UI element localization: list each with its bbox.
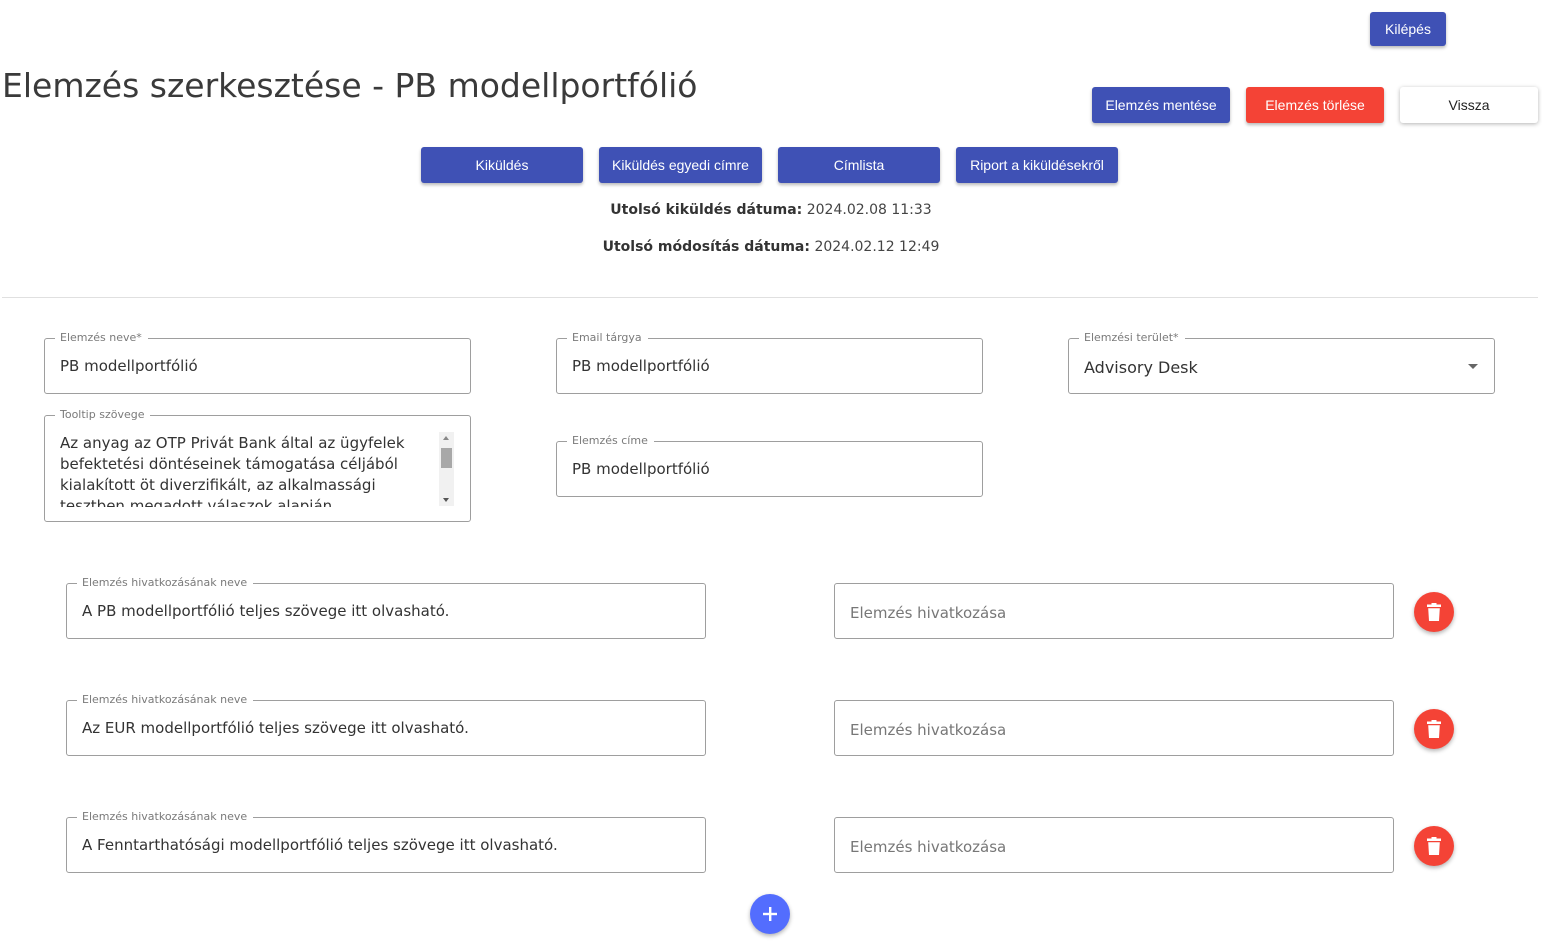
tooltip-textarea[interactable]: Tooltip szövege Az anyag az OTP Privát B… <box>44 408 471 522</box>
link-url-placeholder[interactable]: Elemzés hivatkozása <box>850 587 1006 638</box>
scroll-down-icon[interactable] <box>443 498 449 502</box>
scroll-up-icon[interactable] <box>443 436 449 440</box>
trash-icon <box>1427 837 1441 855</box>
delete-link-button[interactable] <box>1414 592 1454 632</box>
dropdown-arrow-icon[interactable] <box>1468 364 1478 369</box>
send-custom-address-button[interactable]: Kiküldés egyedi címre <box>599 147 762 183</box>
link-url-placeholder[interactable]: Elemzés hivatkozása <box>850 821 1006 872</box>
trash-icon <box>1427 720 1441 738</box>
link-url-field[interactable]: Elemzés hivatkozása <box>834 583 1394 639</box>
delete-link-button[interactable] <box>1414 709 1454 749</box>
analysis-title-value[interactable]: PB modellportfólió <box>572 442 710 496</box>
send-button[interactable]: Kiküldés <box>421 147 583 183</box>
page-title: Elemzés szerkesztése - PB modellportfóli… <box>2 66 698 105</box>
tooltip-scrollbar[interactable] <box>439 432 454 506</box>
link-name-field[interactable]: Elemzés hivatkozásának neve A Fenntartha… <box>66 810 706 873</box>
delete-analysis-button[interactable]: Elemzés törlése <box>1246 87 1384 123</box>
analysis-name-value[interactable]: PB modellportfólió <box>60 339 198 393</box>
last-modified-label: Utolsó módosítás dátuma: <box>602 239 810 255</box>
link-name-field[interactable]: Elemzés hivatkozásának neve A PB modellp… <box>66 576 706 639</box>
link-url-field[interactable]: Elemzés hivatkozása <box>834 700 1394 756</box>
email-subject-value[interactable]: PB modellportfólió <box>572 339 710 393</box>
analysis-area-select[interactable]: Elemzési terület* Advisory Desk <box>1068 331 1495 394</box>
scroll-thumb[interactable] <box>441 448 452 468</box>
delete-link-button[interactable] <box>1414 826 1454 866</box>
add-link-button[interactable] <box>750 894 790 934</box>
tooltip-label: Tooltip szövege <box>55 408 151 422</box>
analysis-title-field[interactable]: Elemzés címe PB modellportfólió <box>556 434 983 497</box>
logout-button[interactable]: Kilépés <box>1370 12 1446 46</box>
trash-icon <box>1427 603 1441 621</box>
link-url-placeholder[interactable]: Elemzés hivatkozása <box>850 704 1006 755</box>
email-subject-field[interactable]: Email tárgya PB modellportfólió <box>556 331 983 394</box>
save-analysis-button[interactable]: Elemzés mentése <box>1092 87 1230 123</box>
last-modified-value: 2024.02.12 12:49 <box>814 239 940 255</box>
divider <box>2 297 1538 298</box>
link-name-value[interactable]: A PB modellportfólió teljes szövege itt … <box>82 584 449 638</box>
last-modified-info: Utolsó módosítás dátuma: 2024.02.12 12:4… <box>0 239 1542 255</box>
link-name-value[interactable]: Az EUR modellportfólió teljes szövege it… <box>82 701 469 755</box>
address-list-button[interactable]: Címlista <box>778 147 940 183</box>
link-name-field[interactable]: Elemzés hivatkozásának neve Az EUR model… <box>66 693 706 756</box>
plus-icon <box>763 907 777 921</box>
back-button[interactable]: Vissza <box>1400 87 1538 123</box>
analysis-area-value: Advisory Desk <box>1084 358 1198 377</box>
last-send-value: 2024.02.08 11:33 <box>806 202 932 218</box>
analysis-name-field[interactable]: Elemzés neve* PB modellportfólió <box>44 331 471 394</box>
link-name-value[interactable]: A Fenntarthatósági modellportfólió telje… <box>82 818 558 872</box>
link-url-field[interactable]: Elemzés hivatkozása <box>834 817 1394 873</box>
last-send-info: Utolsó kiküldés dátuma: 2024.02.08 11:33 <box>0 202 1542 218</box>
tooltip-text[interactable]: Az anyag az OTP Privát Bank által az ügy… <box>60 433 432 507</box>
last-send-label: Utolsó kiküldés dátuma: <box>610 202 803 218</box>
send-report-button[interactable]: Riport a kiküldésekről <box>956 147 1118 183</box>
